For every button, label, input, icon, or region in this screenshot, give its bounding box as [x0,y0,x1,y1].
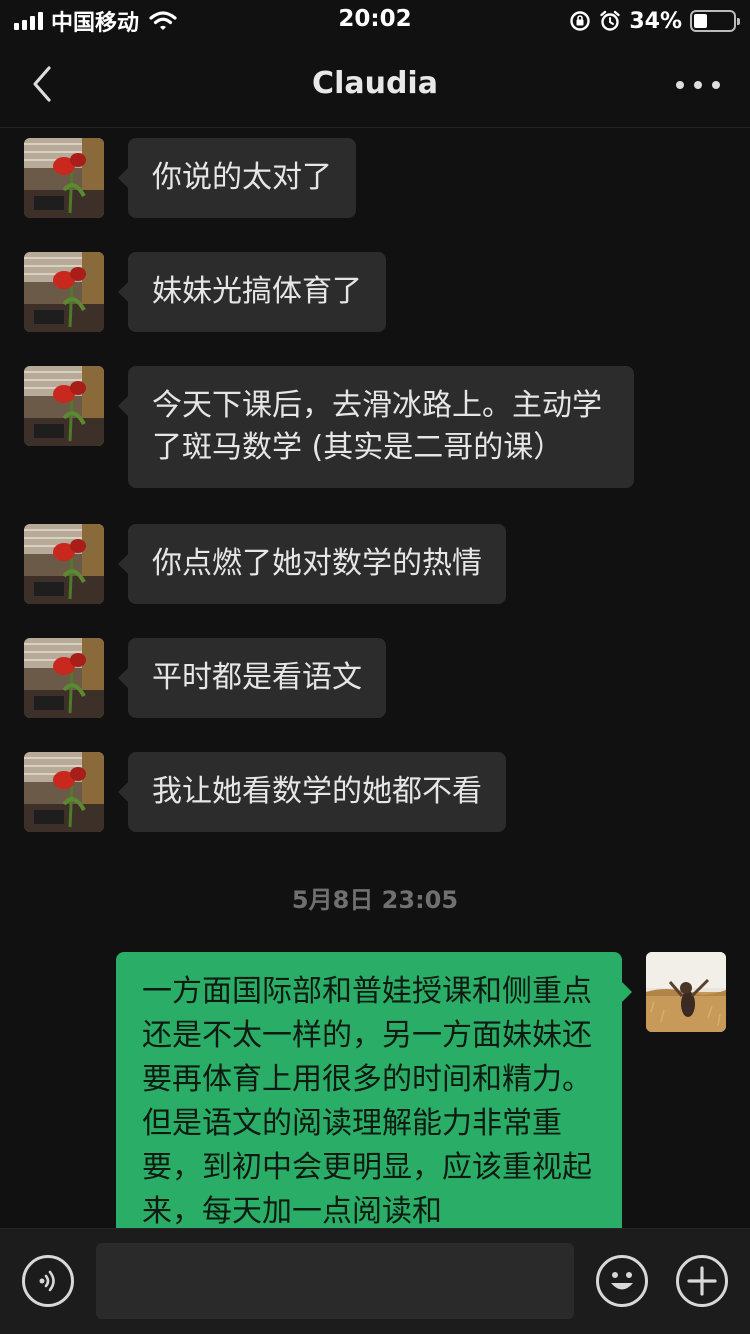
contact-avatar[interactable] [24,752,104,832]
tulip-avatar-image [24,524,104,604]
message-bubble[interactable]: 我让她看数学的她都不看 [118,752,506,832]
emoji-icon [611,1272,633,1290]
tulip-avatar-image [24,252,104,332]
contact-avatar[interactable] [24,524,104,604]
tulip-avatar-image [24,638,104,718]
message-incoming: 你点燃了她对数学的热情 [24,524,506,604]
input-bar [0,1228,750,1334]
plus-icon [687,1266,717,1296]
battery-level [694,14,707,28]
message-bubble[interactable]: 妹妹光搞体育了 [118,252,386,332]
message-incoming: 今天下课后，去滑冰路上。主动学了斑马数学 (其实是二哥的课） [24,366,634,488]
battery-percent: 34% [629,8,682,34]
battery-icon [690,10,740,32]
status-right: 34% [569,6,740,36]
plus-button[interactable] [676,1255,728,1307]
status-bar: 中国移动 20:02 34% [0,0,750,42]
emoji-button[interactable] [596,1255,648,1307]
voice-button[interactable] [22,1255,74,1307]
message-incoming: 妹妹光搞体育了 [24,252,386,332]
orientation-lock-icon [570,11,591,31]
message-bubble-outgoing[interactable]: 一方面国际部和普娃授课和侧重点还是不太一样的，另一方面妹妹还要再体育上用很多的时… [116,952,632,1228]
self-avatar[interactable] [646,952,726,1032]
contact-avatar[interactable] [24,252,104,332]
contact-avatar[interactable] [24,366,104,446]
message-list[interactable]: 你说的太对了 妹妹光搞体育了 今天下课后，去滑冰路上。主动学了斑马数学 (其实是… [0,128,750,1228]
message-input[interactable] [96,1243,574,1319]
more-dots-icon [676,81,684,89]
chat-header: Claudia [0,42,750,128]
field-avatar-image [646,952,726,1032]
message-incoming: 平时都是看语文 [24,638,386,718]
contact-avatar[interactable] [24,138,104,218]
chat-title: Claudia [312,66,438,101]
message-bubble[interactable]: 你点燃了她对数学的热情 [118,524,506,604]
voice-icon [39,1270,55,1292]
more-button[interactable] [676,70,720,100]
tulip-avatar-image [24,366,104,446]
message-bubble[interactable]: 平时都是看语文 [118,638,386,718]
message-bubble[interactable]: 你说的太对了 [118,138,356,218]
tulip-avatar-image [24,752,104,832]
message-timestamp: 5月8日 23:05 [291,886,459,914]
message-outgoing: 一方面国际部和普娃授课和侧重点还是不太一样的，另一方面妹妹还要再体育上用很多的时… [116,952,726,1228]
tulip-avatar-image [24,138,104,218]
message-incoming: 你说的太对了 [24,138,356,218]
message-bubble[interactable]: 今天下课后，去滑冰路上。主动学了斑马数学 (其实是二哥的课） [118,366,634,488]
contact-avatar[interactable] [24,638,104,718]
message-incoming: 我让她看数学的她都不看 [24,752,506,832]
alarm-icon [600,10,621,31]
